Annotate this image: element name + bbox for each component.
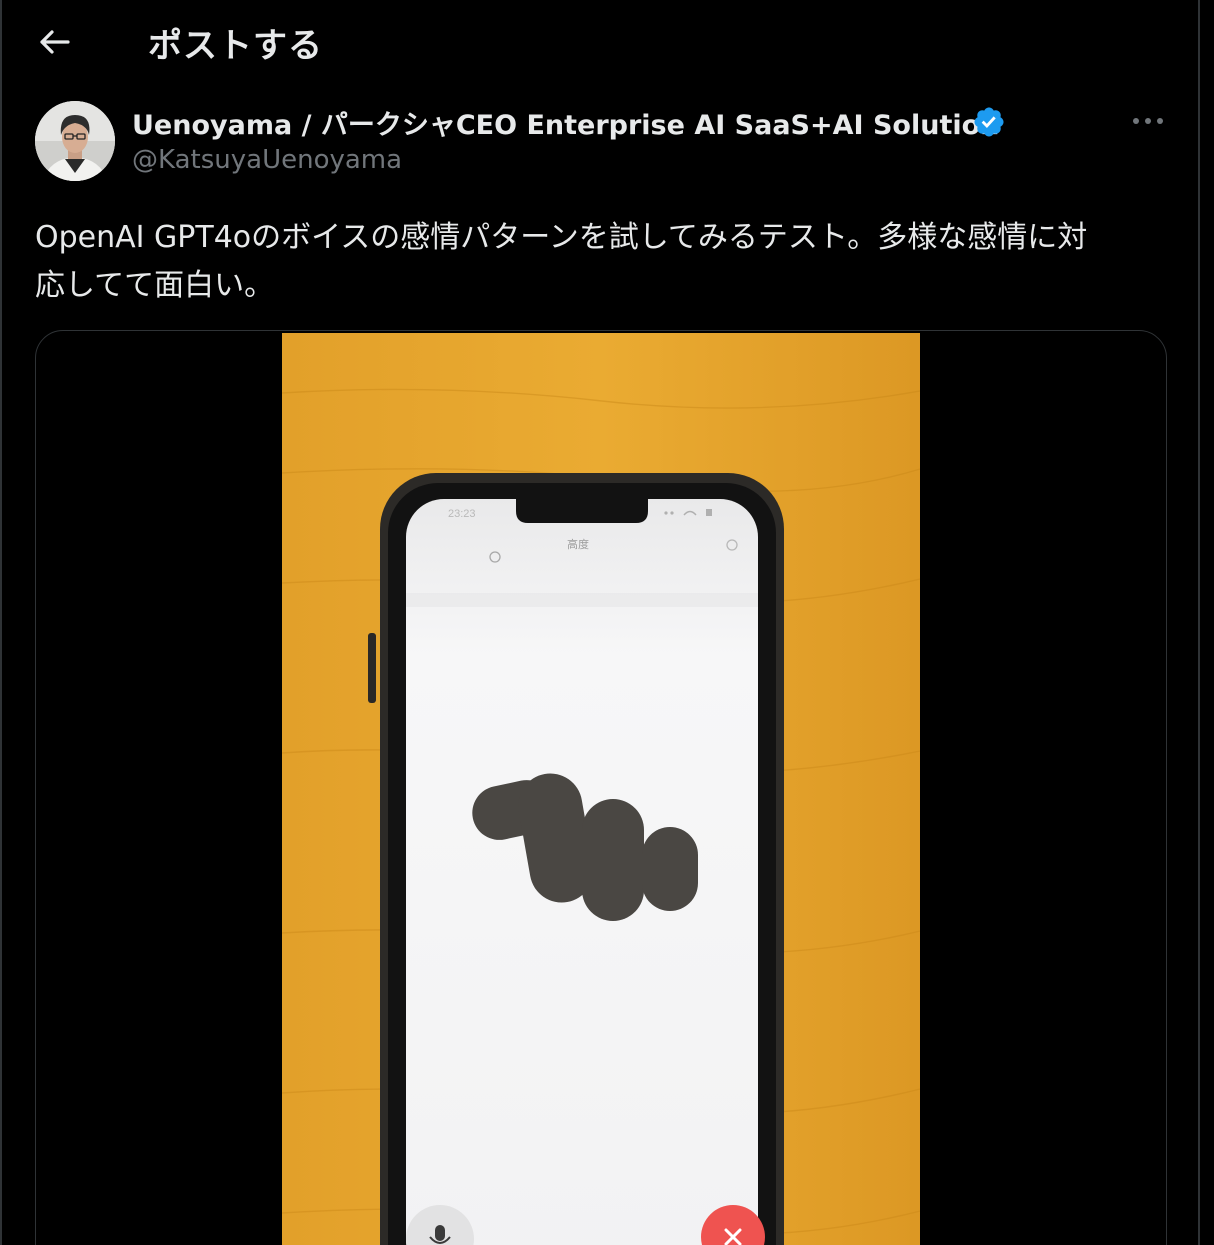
app-title: 高度: [567, 537, 589, 551]
phone-time: 23:23: [448, 508, 476, 520]
back-arrow-icon: [40, 30, 70, 54]
post-text-line: OpenAI GPT4oのボイスの感情パターンを試してみるテスト。多様な感情に対: [35, 220, 1088, 255]
avatar[interactable]: [35, 101, 115, 181]
author-name[interactable]: Uenoyama / パークシャCEO Enterprise AI SaaS+A…: [132, 103, 999, 142]
video-player[interactable]: 23:23 高度: [282, 333, 920, 1245]
page-header: ポストする: [0, 0, 1198, 86]
avatar-photo: [35, 101, 115, 181]
post-text: OpenAI GPT4oのボイスの感情パターンを試してみるテスト。多様な感情に対…: [35, 214, 1165, 310]
more-options-icon: [1133, 118, 1163, 124]
right-column-divider: [1198, 0, 1200, 1245]
back-button[interactable]: [28, 20, 80, 64]
post-text-line: 応してて面白い。: [35, 268, 275, 303]
media-container[interactable]: 23:23 高度: [35, 330, 1167, 1245]
more-options-button[interactable]: [1124, 106, 1172, 136]
page-title: ポストする: [148, 26, 323, 66]
post-detail-page: ポストする Uenoyama / パークシャCEO Enterprise AI …: [0, 0, 1214, 1245]
author-handle[interactable]: @KatsuyaUenoyama: [132, 145, 402, 175]
video-frame: 23:23 高度: [282, 333, 920, 1245]
verified-badge-icon: [972, 105, 1006, 139]
left-column-divider: [0, 0, 2, 1245]
